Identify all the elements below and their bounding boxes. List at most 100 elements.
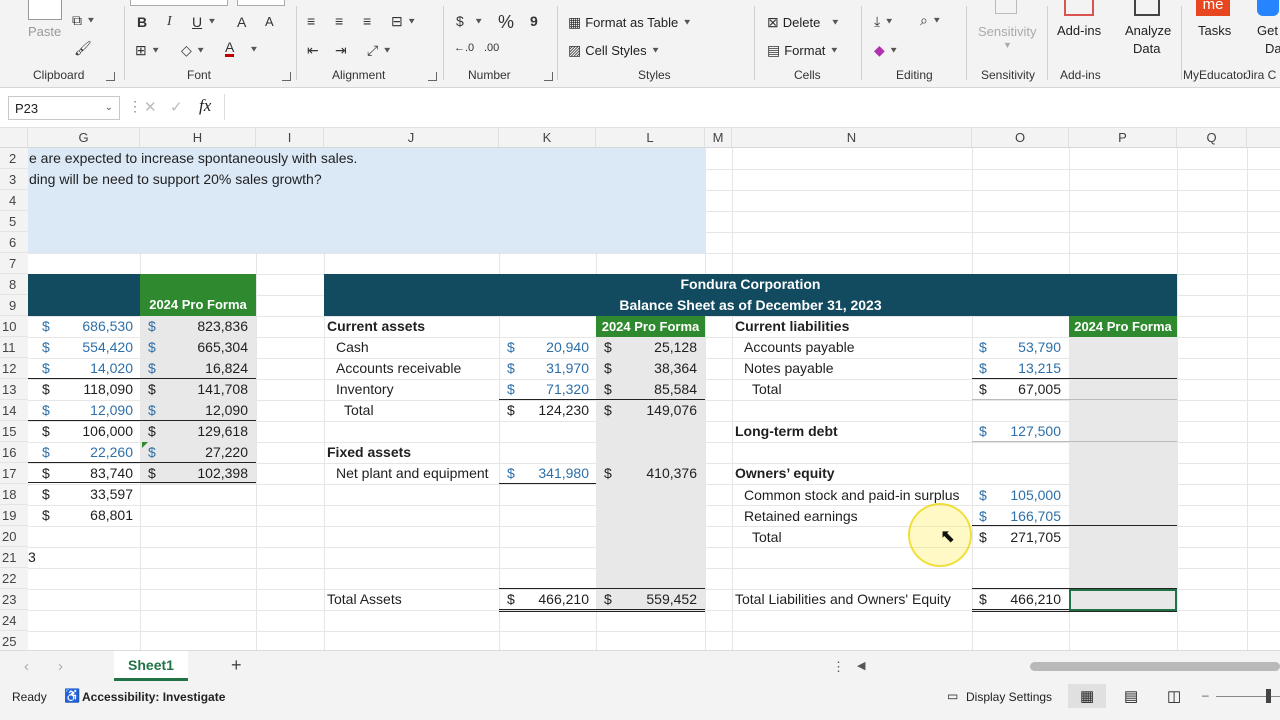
decrease-decimal-icon[interactable]: .00 (484, 42, 499, 54)
cancel-icon[interactable]: ✕ (144, 98, 157, 116)
font-color-button[interactable]: A (225, 40, 235, 57)
fill-color-icon[interactable]: ◇ ▼ (181, 42, 206, 59)
display-settings-icon[interactable]: ▭ (947, 689, 958, 703)
zoom-out-icon[interactable]: – (1202, 688, 1209, 702)
select-all-corner[interactable] (0, 128, 28, 148)
get-data-label-1[interactable]: Get (1257, 23, 1278, 38)
number-launcher-icon[interactable] (544, 72, 553, 81)
accessibility-status[interactable]: Accessibility: Investigate (82, 690, 225, 704)
font-color-dropdown-icon[interactable]: ▼ (249, 44, 259, 55)
grow-font-button[interactable]: A (237, 14, 246, 30)
row-header[interactable]: 12 (0, 358, 28, 379)
row-header[interactable]: 25 (0, 631, 28, 650)
shrink-font-button[interactable]: A (265, 14, 274, 29)
row-header[interactable]: 8 (0, 274, 28, 295)
more-options-icon[interactable]: ⋮ (128, 98, 142, 115)
align-top-icon[interactable]: ≡ (307, 13, 315, 29)
row-header[interactable]: 20 (0, 526, 28, 547)
alignment-launcher-icon[interactable] (428, 72, 437, 81)
find-select-icon[interactable]: ⌕ ▼ (920, 12, 942, 29)
cell-styles-button[interactable]: ▨ Cell Styles ▼ (568, 42, 661, 59)
selected-cell[interactable] (1069, 589, 1177, 611)
clipboard-launcher-icon[interactable] (106, 72, 115, 81)
formula-input[interactable] (226, 94, 1276, 120)
row-header[interactable]: 16 (0, 442, 28, 463)
column-header-k[interactable]: K (499, 128, 596, 148)
tasks-button[interactable]: Tasks (1198, 23, 1231, 38)
column-header-j[interactable]: J (324, 128, 499, 148)
row-header[interactable]: 19 (0, 505, 28, 526)
accessibility-icon[interactable]: ♿ (64, 688, 80, 704)
paste-icon[interactable] (28, 0, 62, 20)
italic-button[interactable]: I (167, 14, 172, 30)
font-size-box[interactable] (237, 0, 285, 6)
increase-indent-icon[interactable]: ⇥ (335, 42, 347, 59)
currency-button[interactable]: $ ▼ (456, 13, 484, 29)
row-header[interactable]: 10 (0, 316, 28, 337)
sensitivity-button[interactable]: Sensitivity (978, 24, 1037, 39)
add-sheet-button[interactable]: + (231, 655, 242, 676)
row-header[interactable]: 6 (0, 232, 28, 253)
column-header-p[interactable]: P (1069, 128, 1177, 148)
clear-icon[interactable]: ◆ ▼ (874, 42, 899, 59)
comma-style-button[interactable]: 9 (530, 13, 538, 29)
decrease-indent-icon[interactable]: ⇤ (307, 42, 319, 59)
format-as-table-button[interactable]: ▦ Format as Table ▼ (568, 14, 692, 31)
enter-icon[interactable]: ✓ (170, 98, 183, 116)
row-header[interactable]: 2 (0, 148, 28, 169)
row-header[interactable]: 9 (0, 295, 28, 316)
zoom-slider-thumb[interactable] (1266, 689, 1271, 703)
copy-icon[interactable]: ⧉ ▼ (72, 12, 96, 29)
row-header[interactable]: 7 (0, 253, 28, 274)
font-name-box[interactable] (130, 0, 228, 6)
row-header[interactable]: 17 (0, 463, 28, 484)
row-header[interactable]: 3 (0, 169, 28, 190)
delete-button[interactable]: ⊠ Delete ▼ (767, 14, 840, 31)
row-header[interactable]: 14 (0, 400, 28, 421)
horizontal-scrollbar[interactable] (1030, 662, 1280, 671)
row-header[interactable]: 13 (0, 379, 28, 400)
row-header[interactable]: 24 (0, 610, 28, 631)
percent-button[interactable]: % (498, 12, 514, 33)
align-bottom-icon[interactable]: ≡ (363, 13, 371, 29)
row-header[interactable]: 23 (0, 589, 28, 610)
insert-function-icon[interactable]: fx (199, 96, 211, 116)
row-header[interactable]: 11 (0, 337, 28, 358)
fill-icon[interactable]: ⤓ ▼ (874, 13, 894, 30)
underline-dropdown-icon[interactable]: ▼ (207, 16, 217, 27)
orientation-icon[interactable]: ⤢ ▼ (367, 42, 392, 59)
column-header-r[interactable] (1247, 128, 1280, 148)
addins-button[interactable]: Add-ins (1057, 23, 1101, 38)
column-header-o[interactable]: O (972, 128, 1069, 148)
format-button[interactable]: ▤ Format ▼ (767, 42, 839, 59)
column-header-g[interactable]: G (28, 128, 140, 148)
column-header-l[interactable]: L (596, 128, 705, 148)
row-header[interactable]: 5 (0, 211, 28, 232)
column-header-h[interactable]: H (140, 128, 256, 148)
page-layout-icon[interactable]: ▤ (1124, 687, 1138, 705)
tab-sheet1[interactable]: Sheet1 (114, 651, 188, 681)
column-header-m[interactable]: M (705, 128, 732, 148)
previous-sheet-icon[interactable]: ‹ (24, 658, 29, 675)
name-box-dropdown-icon[interactable]: ⌄ (105, 102, 113, 113)
row-header[interactable]: 4 (0, 190, 28, 211)
column-header-n[interactable]: N (732, 128, 972, 148)
paste-button-label[interactable]: Paste (28, 24, 61, 39)
display-settings-button[interactable]: Display Settings (966, 690, 1052, 704)
column-header-i[interactable]: I (256, 128, 324, 148)
row-header[interactable]: 15 (0, 421, 28, 442)
wrap-text-icon[interactable]: ⊟ ▼ (391, 13, 417, 30)
bold-button[interactable]: B (137, 14, 147, 30)
increase-decimal-icon[interactable]: ←.0 (454, 42, 474, 54)
format-painter-icon[interactable]: 🖌 (74, 40, 92, 57)
row-header[interactable]: 18 (0, 484, 28, 505)
page-break-icon[interactable]: ◫ (1167, 687, 1181, 705)
name-box[interactable]: P23 ⌄ (8, 96, 120, 120)
font-launcher-icon[interactable] (282, 72, 291, 81)
worksheet-grid[interactable]: G H I J K L M N O P Q 2 3 4 5 6 7 8 9 10… (0, 128, 1280, 650)
align-middle-icon[interactable]: ≡ (335, 13, 343, 29)
next-sheet-icon[interactable]: › (58, 658, 63, 675)
underline-button[interactable]: U (192, 14, 202, 30)
borders-icon[interactable]: ⊞ ▼ (135, 42, 161, 59)
analyze-data-button[interactable]: Analyze Data (1110, 0, 1182, 88)
